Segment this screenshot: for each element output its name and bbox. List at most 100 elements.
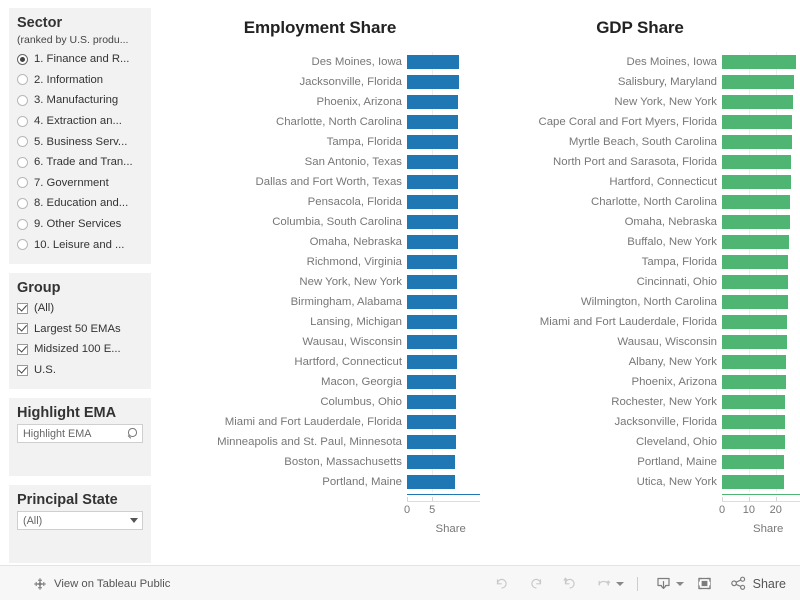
bar-row[interactable]: Columbus, Ohio: [160, 392, 480, 412]
group-option-3[interactable]: Midsized 100 E...: [17, 339, 143, 360]
sector-option-1[interactable]: 1. Finance and R...: [17, 49, 143, 70]
bar-row[interactable]: Boston, Massachusetts: [160, 452, 480, 472]
bar-row[interactable]: Salisbury, Maryland: [480, 72, 800, 92]
download-dropdown-caret[interactable]: [675, 581, 684, 586]
group-option-1[interactable]: (All): [17, 298, 143, 319]
bar[interactable]: [722, 395, 786, 409]
bar-row[interactable]: New York, New York: [160, 272, 480, 292]
sector-option-7[interactable]: 7. Government: [17, 173, 143, 194]
bar[interactable]: [722, 295, 788, 309]
sector-option-10[interactable]: 10. Leisure and ...: [17, 234, 143, 255]
bar-row[interactable]: Jacksonville, Florida: [160, 72, 480, 92]
bar-row[interactable]: New York, New York: [480, 92, 800, 112]
sector-option-3[interactable]: 3. Manufacturing: [17, 90, 143, 111]
bar-row[interactable]: Cape Coral and Fort Myers, Florida: [480, 112, 800, 132]
bar[interactable]: [407, 375, 457, 389]
view-on-tableau-public-link[interactable]: View on Tableau Public: [33, 566, 170, 600]
revert-button[interactable]: [553, 566, 587, 600]
bar[interactable]: [407, 55, 459, 69]
bar-row[interactable]: Phoenix, Arizona: [160, 92, 480, 112]
bar[interactable]: [407, 455, 455, 469]
bar-row[interactable]: Miami and Fort Lauderdale, Florida: [480, 312, 800, 332]
bar[interactable]: [722, 55, 796, 69]
bar[interactable]: [407, 475, 455, 489]
bar-row[interactable]: Buffalo, New York: [480, 232, 800, 252]
bar-row[interactable]: North Port and Sarasota, Florida: [480, 152, 800, 172]
fullscreen-button[interactable]: [688, 566, 722, 600]
bar-row[interactable]: Tampa, Florida: [480, 252, 800, 272]
bar-row[interactable]: Hartford, Connecticut: [480, 172, 800, 192]
bar[interactable]: [407, 295, 458, 309]
refresh-button[interactable]: [587, 566, 621, 600]
bar[interactable]: [407, 215, 458, 229]
bar[interactable]: [407, 415, 457, 429]
bar[interactable]: [407, 235, 458, 249]
bar-row[interactable]: Miami and Fort Lauderdale, Florida: [160, 412, 480, 432]
bar[interactable]: [407, 395, 457, 409]
bar[interactable]: [407, 75, 459, 89]
sector-option-4[interactable]: 4. Extraction an...: [17, 111, 143, 132]
bar[interactable]: [722, 155, 792, 169]
bar-row[interactable]: Charlotte, North Carolina: [480, 192, 800, 212]
bar[interactable]: [407, 115, 459, 129]
bar[interactable]: [722, 315, 788, 329]
sector-option-6[interactable]: 6. Trade and Tran...: [17, 152, 143, 173]
sector-option-9[interactable]: 9. Other Services: [17, 214, 143, 235]
bar-row[interactable]: Des Moines, Iowa: [480, 52, 800, 72]
bar-row[interactable]: Dallas and Fort Worth, Texas: [160, 172, 480, 192]
bar-row[interactable]: Rochester, New York: [480, 392, 800, 412]
bar-row[interactable]: Utica, New York: [480, 472, 800, 492]
bar[interactable]: [722, 135, 792, 149]
bar-row[interactable]: Wausau, Wisconsin: [480, 332, 800, 352]
bar-row[interactable]: Tampa, Florida: [160, 132, 480, 152]
bar-row[interactable]: Wausau, Wisconsin: [160, 332, 480, 352]
bar[interactable]: [407, 175, 458, 189]
bar-row[interactable]: Cincinnati, Ohio: [480, 272, 800, 292]
bar-row[interactable]: Minneapolis and St. Paul, Minnesota: [160, 432, 480, 452]
bar-row[interactable]: Albany, New York: [480, 352, 800, 372]
bar[interactable]: [407, 95, 459, 109]
bar[interactable]: [722, 235, 789, 249]
bar[interactable]: [407, 355, 457, 369]
bar-row[interactable]: Richmond, Virginia: [160, 252, 480, 272]
bar-row[interactable]: Des Moines, Iowa: [160, 52, 480, 72]
bar[interactable]: [722, 415, 786, 429]
bar[interactable]: [722, 175, 791, 189]
bar[interactable]: [407, 135, 459, 149]
bar-row[interactable]: San Antonio, Texas: [160, 152, 480, 172]
bar-row[interactable]: Portland, Maine: [160, 472, 480, 492]
share-button[interactable]: Share: [722, 566, 790, 600]
bar-row[interactable]: Omaha, Nebraska: [480, 212, 800, 232]
redo-button[interactable]: [519, 566, 553, 600]
bar[interactable]: [407, 275, 458, 289]
sector-option-5[interactable]: 5. Business Serv...: [17, 131, 143, 152]
bar[interactable]: [407, 315, 458, 329]
bar[interactable]: [722, 355, 787, 369]
bar[interactable]: [407, 195, 458, 209]
bar-row[interactable]: Hartford, Connecticut: [160, 352, 480, 372]
bar-row[interactable]: Phoenix, Arizona: [480, 372, 800, 392]
bar-row[interactable]: Wilmington, North Carolina: [480, 292, 800, 312]
bar[interactable]: [407, 435, 456, 449]
bar[interactable]: [722, 75, 795, 89]
bar-row[interactable]: Macon, Georgia: [160, 372, 480, 392]
bar[interactable]: [722, 335, 787, 349]
bar[interactable]: [722, 255, 789, 269]
bar[interactable]: [722, 195, 791, 209]
bar-row[interactable]: Portland, Maine: [480, 452, 800, 472]
bar[interactable]: [722, 215, 790, 229]
bar[interactable]: [722, 455, 785, 469]
bar[interactable]: [407, 255, 458, 269]
bar[interactable]: [722, 375, 786, 389]
group-option-2[interactable]: Largest 50 EMAs: [17, 319, 143, 340]
sector-option-2[interactable]: 2. Information: [17, 70, 143, 91]
bar-row[interactable]: Cleveland, Ohio: [480, 432, 800, 452]
bar-row[interactable]: Jacksonville, Florida: [480, 412, 800, 432]
bar-row[interactable]: Lansing, Michigan: [160, 312, 480, 332]
bar[interactable]: [722, 275, 788, 289]
bar-row[interactable]: Pensacola, Florida: [160, 192, 480, 212]
bar[interactable]: [722, 115, 793, 129]
highlight-ema-input[interactable]: Highlight EMA: [17, 424, 143, 444]
bar-row[interactable]: Omaha, Nebraska: [160, 232, 480, 252]
bar[interactable]: [407, 155, 458, 169]
